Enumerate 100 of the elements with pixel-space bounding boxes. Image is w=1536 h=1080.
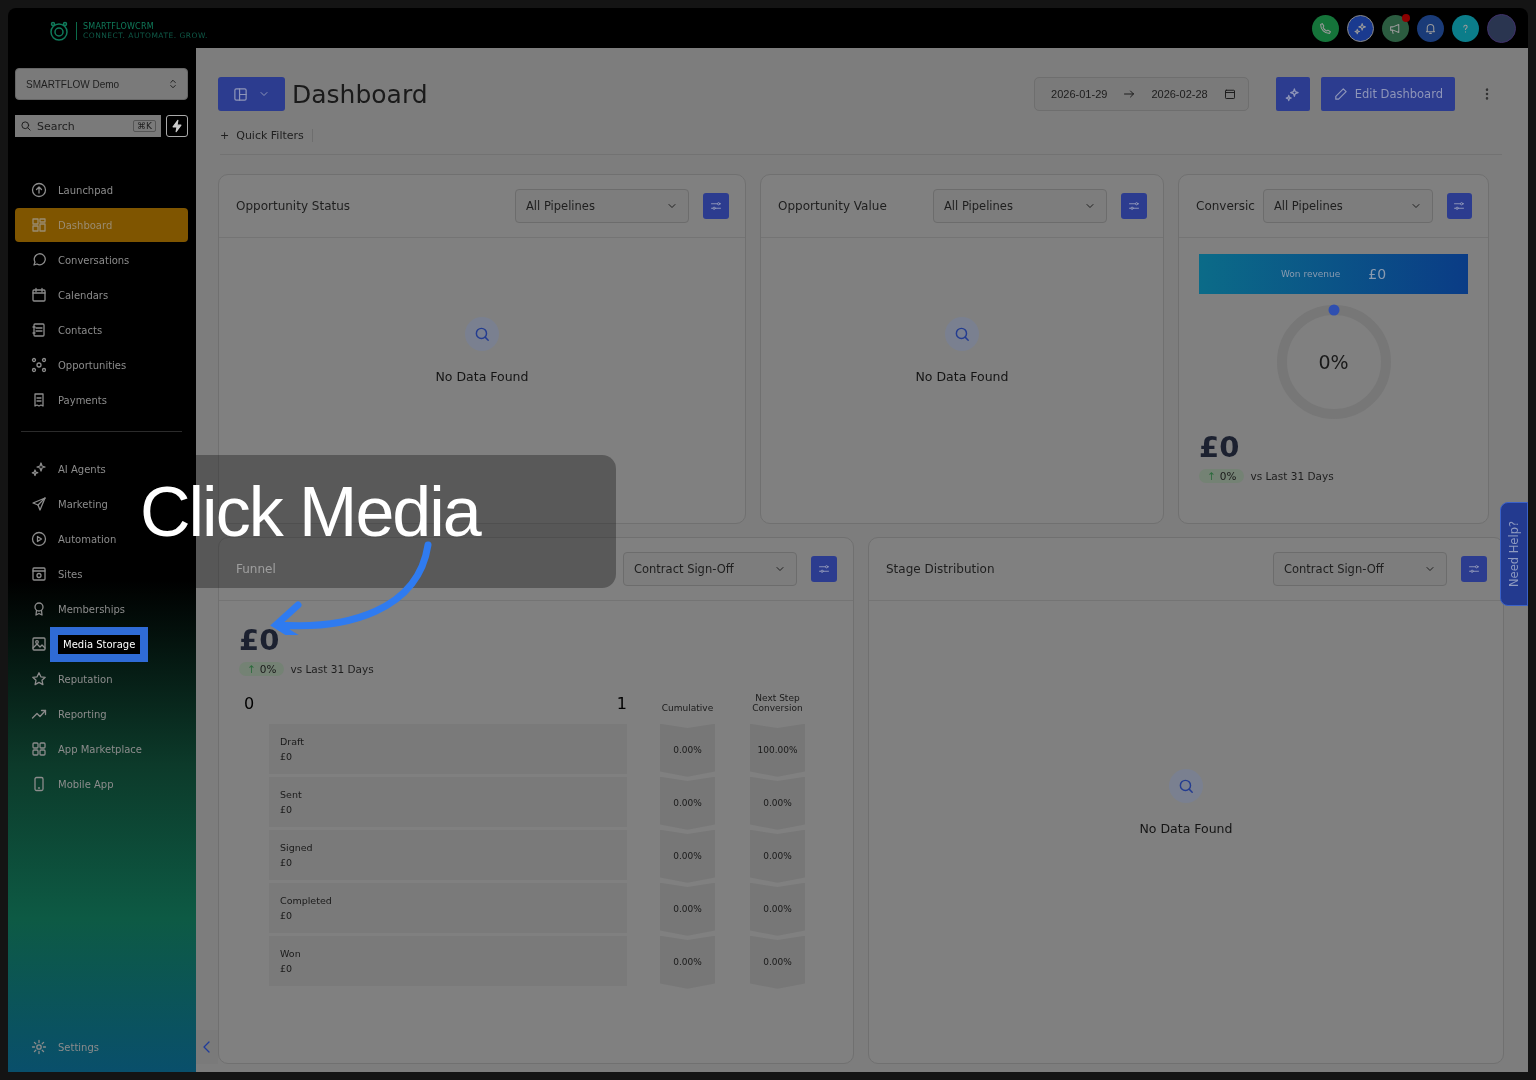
gauge-value: 0% [1318, 351, 1349, 373]
search-box[interactable]: Search ⌘K [15, 115, 161, 137]
sidebar-item[interactable]: Conversations [15, 243, 188, 277]
user-avatar[interactable] [1487, 13, 1516, 43]
play-circle-icon [31, 531, 47, 547]
settings-item[interactable]: Settings [15, 1030, 188, 1064]
sidebar-item[interactable]: Reporting [15, 697, 188, 731]
receipt-icon [31, 392, 47, 408]
sidebar-item[interactable]: Opportunities [15, 348, 188, 382]
filter-settings-button[interactable] [811, 556, 837, 582]
card-title: Funnel [236, 562, 277, 576]
pipeline-dropdown[interactable]: Contract Sign-Off [1273, 552, 1447, 586]
ai-sparkle-button[interactable] [1347, 14, 1374, 42]
notifications-button[interactable] [1417, 14, 1444, 42]
need-help-tab[interactable]: Need Help? [1500, 502, 1528, 606]
axis-tick: 1 [616, 694, 627, 713]
won-revenue-banner: Won revenue £0 [1199, 254, 1468, 294]
ai-sparkle-button[interactable] [1275, 77, 1310, 111]
conversion-cell: 0.00% [750, 882, 805, 936]
grid-icon [31, 217, 47, 233]
calendar-icon [31, 287, 47, 303]
filter-settings-button[interactable] [1446, 193, 1472, 219]
sparkles-icon [1285, 86, 1301, 102]
quick-actions-button[interactable] [166, 115, 188, 137]
card-title: Opportunity Value [778, 199, 888, 213]
layout-switcher-button[interactable] [218, 77, 285, 111]
search-field[interactable]: Search [37, 119, 129, 133]
filter-settings-button[interactable] [703, 193, 729, 219]
column-header: Next Step Conversion [751, 694, 804, 714]
sidebar-item[interactable]: Reputation [15, 662, 188, 696]
account-switcher[interactable]: SMARTFLOW Demo [15, 68, 188, 100]
pipeline-dropdown[interactable]: All Pipelines [515, 189, 689, 223]
magnifier-icon [473, 325, 491, 343]
axis-tick: 0 [244, 694, 255, 713]
sidebar-item[interactable]: Media Storage [15, 627, 188, 661]
pipeline-dropdown[interactable]: Contract Sign-Off [623, 552, 797, 586]
megaphone-button[interactable] [1382, 14, 1409, 42]
arrow-right-icon [1123, 88, 1136, 100]
chevron-updown-icon [167, 78, 179, 90]
funnel-stage-bar: Won £0 [269, 935, 627, 986]
conversion-cell: 0.00% [750, 935, 805, 989]
card-title: Stage Distribution [886, 562, 996, 576]
card-title: Opportunity Status [236, 199, 352, 213]
quick-filters-button[interactable]: + Quick Filters [220, 128, 313, 142]
cumulative-cell: 0.00% [660, 776, 715, 830]
bell-icon [1424, 21, 1437, 35]
total-value: £0 [1199, 430, 1241, 464]
cumulative-cell: 0.00% [660, 829, 715, 883]
total-value: £0 [239, 623, 280, 657]
filter-settings-button[interactable] [1121, 193, 1147, 219]
sparkles-icon [1354, 21, 1367, 35]
date-range-picker[interactable]: 2026-01-29 2026-02-28 [1034, 77, 1249, 111]
sidebar-item[interactable]: Memberships [15, 592, 188, 626]
sidebar-item[interactable]: Calendars [15, 278, 188, 312]
funnel-stage-bar: Completed £0 [269, 882, 627, 933]
sidebar-item[interactable]: Payments [15, 383, 188, 417]
sliders-icon [1453, 200, 1466, 212]
chat-bubble-icon [31, 252, 47, 268]
empty-message: No Data Found [915, 369, 1009, 384]
funnel-stage-bar: Sent £0 [269, 776, 627, 827]
sidebar-item[interactable]: Contacts [15, 313, 188, 347]
comparison-label: vs Last 31 Days [290, 663, 374, 675]
sidebar-item[interactable]: Launchpad [15, 173, 188, 207]
sidebar-item[interactable]: Sites [15, 557, 188, 591]
card-title: Conversic [1196, 199, 1255, 213]
empty-message: No Data Found [1139, 820, 1233, 836]
sliders-icon [710, 200, 722, 212]
conversion-cell: 0.00% [750, 776, 805, 830]
sliders-icon [818, 563, 830, 575]
nodes-icon [31, 357, 47, 373]
conversion-cell: 100.00% [750, 723, 805, 777]
help-button[interactable] [1452, 14, 1479, 42]
edit-dashboard-button[interactable]: Edit Dashboard [1320, 77, 1455, 111]
grid-icon [31, 741, 47, 757]
pencil-icon [1332, 86, 1348, 102]
cumulative-cell: 0.00% [660, 723, 715, 777]
page-title: Dashboard [292, 79, 429, 109]
phone-icon [31, 776, 47, 792]
funnel-stage-bar: Draft £0 [269, 723, 627, 774]
calendar-icon [1223, 88, 1236, 100]
change-badge: ↑ 0% [239, 662, 285, 676]
sliders-icon [1128, 200, 1140, 212]
address-book-icon [31, 322, 47, 338]
sidebar-item[interactable]: App Marketplace [15, 732, 188, 766]
phone-icon [1319, 21, 1332, 35]
search-icon [20, 120, 32, 132]
phone-button[interactable] [1312, 14, 1339, 42]
change-badge: ↑ 0% [1199, 469, 1245, 483]
lightning-icon [170, 119, 184, 133]
cumulative-cell: 0.00% [660, 882, 715, 936]
shortcut-badge: ⌘K [133, 120, 156, 132]
column-header: Cumulative [660, 703, 715, 714]
pipeline-dropdown[interactable]: All Pipelines [933, 189, 1107, 223]
logo-icon [48, 20, 70, 42]
filter-settings-button[interactable] [1461, 556, 1487, 582]
gear-icon [31, 1039, 47, 1055]
magnifier-icon [953, 325, 971, 343]
conversion-cell: 0.00% [750, 829, 805, 883]
pipeline-dropdown[interactable]: All Pipelines [1262, 189, 1433, 223]
sidebar-item[interactable]: Mobile App [15, 767, 188, 801]
